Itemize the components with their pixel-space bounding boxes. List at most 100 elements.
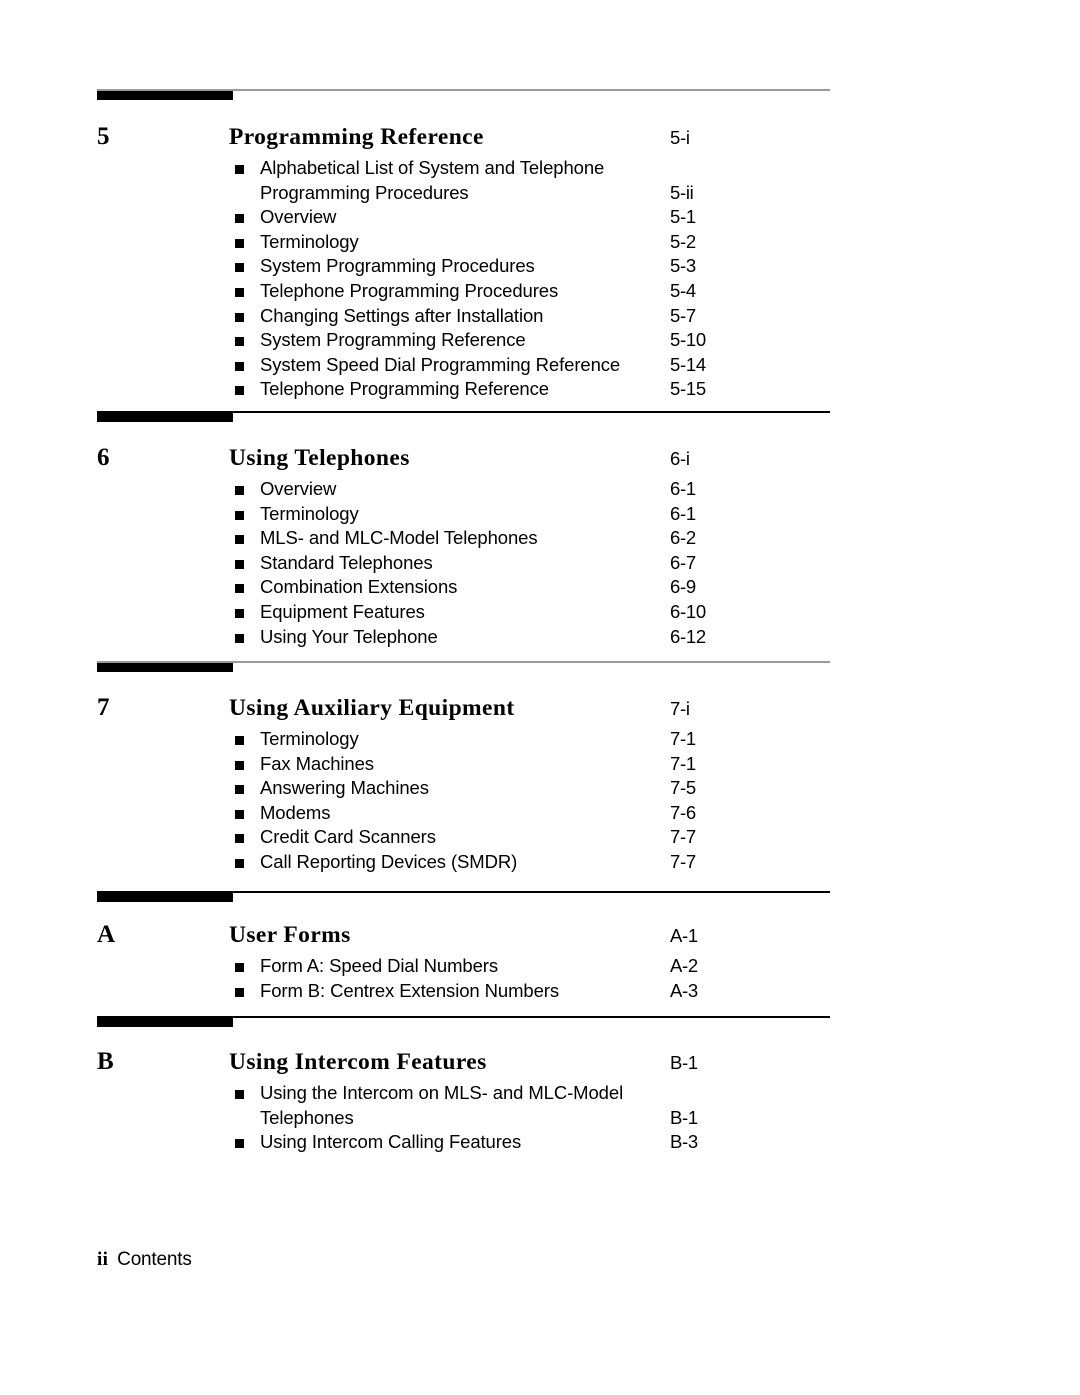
square-bullet-icon	[235, 361, 244, 371]
square-bullet-icon	[235, 214, 244, 224]
toc-entry[interactable]: Using Your Telephone 6-12	[0, 625, 1080, 650]
toc-entry-label[interactable]: System Programming Reference	[260, 328, 660, 353]
toc-entry-label[interactable]: Answering Machines	[260, 776, 660, 801]
chapter-heading-row[interactable]: 5 Programming Reference 5-i	[0, 122, 1080, 156]
chapter-title[interactable]: Using Telephones	[229, 443, 410, 473]
toc-entry-label[interactable]: System Programming Procedures	[260, 254, 660, 279]
toc-entry[interactable]: Form A: Speed Dial Numbers A-2	[0, 954, 1080, 979]
square-bullet-icon	[235, 760, 244, 770]
toc-entry-page: 5-1	[670, 206, 696, 228]
toc-entry[interactable]: MLS- and MLC-Model Telephones 6-2	[0, 526, 1080, 551]
toc-entry[interactable]: Modems 7-6	[0, 801, 1080, 826]
toc-section-6: 6 Using Telephones 6-i Overview 6-1 Term…	[0, 443, 1080, 649]
toc-entry-label[interactable]: Using Intercom Calling Features	[260, 1130, 660, 1155]
toc-entry[interactable]: Alphabetical List of System and Telephon…	[0, 156, 1080, 205]
chapter-number: 7	[97, 694, 110, 721]
toc-entry-label[interactable]: System Speed Dial Programming Reference	[260, 353, 660, 378]
chapter-title[interactable]: Programming Reference	[229, 122, 484, 152]
section-rule-7	[0, 661, 1080, 677]
toc-entry[interactable]: Answering Machines 7-5	[0, 776, 1080, 801]
toc-entry-label[interactable]: Terminology	[260, 230, 660, 255]
toc-entry[interactable]: Fax Machines 7-1	[0, 752, 1080, 777]
toc-entry-label[interactable]: Changing Settings after Installation	[260, 304, 660, 329]
chapter-heading-row[interactable]: B Using Intercom Features B-1	[0, 1047, 1080, 1081]
toc-entry[interactable]: Overview 5-1	[0, 205, 1080, 230]
square-bullet-icon	[235, 633, 244, 643]
toc-entry[interactable]: Using the Intercom on MLS- and MLC-Model…	[0, 1081, 1080, 1130]
section-rule-5	[0, 89, 1080, 105]
toc-entry-page: 6-10	[670, 600, 706, 622]
rule-tab-block	[97, 663, 233, 672]
chapter-heading-row[interactable]: A User Forms A-1	[0, 920, 1080, 954]
toc-entry[interactable]: Telephone Programming Reference 5-15	[0, 377, 1080, 402]
section-rule-b	[0, 1016, 1080, 1032]
toc-entry[interactable]: Credit Card Scanners 7-7	[0, 825, 1080, 850]
toc-entry-page: 6-7	[670, 551, 696, 573]
chapter-number: 6	[97, 444, 110, 471]
toc-entry[interactable]: Equipment Features 6-10	[0, 600, 1080, 625]
square-bullet-icon	[235, 510, 244, 520]
toc-entry[interactable]: Telephone Programming Procedures 5-4	[0, 279, 1080, 304]
toc-entry-label[interactable]: Terminology	[260, 727, 660, 752]
toc-entry-page: 7-1	[670, 752, 696, 774]
toc-entry-label[interactable]: Modems	[260, 801, 660, 826]
toc-entry-label[interactable]: Fax Machines	[260, 752, 660, 777]
toc-entry-label[interactable]: Credit Card Scanners	[260, 825, 660, 850]
toc-entry-label[interactable]: Telephone Programming Reference	[260, 377, 660, 402]
square-bullet-icon	[235, 608, 244, 618]
toc-entry-label[interactable]: Call Reporting Devices (SMDR)	[260, 850, 660, 875]
toc-entry-label[interactable]: Telephone Programming Procedures	[260, 279, 660, 304]
toc-entry-label[interactable]: Alphabetical List of System and Telephon…	[260, 156, 660, 181]
toc-entry-label[interactable]: Form B: Centrex Extension Numbers	[260, 979, 660, 1004]
toc-entry[interactable]: Terminology 6-1	[0, 502, 1080, 527]
toc-entry[interactable]: Changing Settings after Installation 5-7	[0, 304, 1080, 329]
toc-entry-label-cont[interactable]: Telephones	[260, 1106, 354, 1131]
chapter-title[interactable]: Using Intercom Features	[229, 1047, 487, 1077]
square-bullet-icon	[235, 559, 244, 569]
chapter-number: 5	[97, 123, 110, 150]
page-footer: ii Contents	[97, 1249, 192, 1271]
chapter-heading-row[interactable]: 7 Using Auxiliary Equipment 7-i	[0, 693, 1080, 727]
chapter-page-number: 5-i	[670, 127, 690, 148]
toc-section-b: B Using Intercom Features B-1 Using the …	[0, 1047, 1080, 1155]
chapter-heading-row[interactable]: 6 Using Telephones 6-i	[0, 443, 1080, 477]
toc-entry-page: 5-10	[670, 329, 706, 351]
toc-entry[interactable]: Form B: Centrex Extension Numbers A-3	[0, 979, 1080, 1004]
square-bullet-icon	[235, 486, 244, 495]
toc-entry-label[interactable]: MLS- and MLC-Model Telephones	[260, 526, 660, 551]
toc-entry-label[interactable]: Overview	[260, 205, 660, 230]
toc-entry-label[interactable]: Using Your Telephone	[260, 625, 660, 650]
square-bullet-icon	[235, 535, 244, 545]
chapter-page-number: 7-i	[670, 698, 690, 719]
toc-entry-page: 7-7	[670, 850, 696, 872]
toc-entry-page: 5-3	[670, 255, 696, 277]
square-bullet-icon	[235, 165, 244, 174]
toc-entry[interactable]: Terminology 7-1	[0, 727, 1080, 752]
toc-entry[interactable]: System Speed Dial Programming Reference …	[0, 353, 1080, 378]
toc-entry-label-cont[interactable]: Programming Procedures	[260, 181, 469, 206]
chapter-title[interactable]: Using Auxiliary Equipment	[229, 693, 515, 723]
toc-entry-label[interactable]: Using the Intercom on MLS- and MLC-Model	[260, 1081, 660, 1106]
rule-tab-block	[97, 893, 233, 902]
square-bullet-icon	[235, 1139, 244, 1149]
toc-entry-label[interactable]: Combination Extensions	[260, 575, 660, 600]
toc-entry-label[interactable]: Overview	[260, 477, 660, 502]
toc-entry[interactable]: Call Reporting Devices (SMDR) 7-7	[0, 850, 1080, 875]
square-bullet-icon	[235, 312, 244, 322]
toc-entry-page: 5-14	[670, 353, 706, 375]
toc-entry[interactable]: Terminology 5-2	[0, 230, 1080, 255]
toc-entry-page: 7-1	[670, 728, 696, 749]
toc-entry[interactable]: Overview 6-1	[0, 477, 1080, 502]
toc-entry-label[interactable]: Terminology	[260, 502, 660, 527]
chapter-title[interactable]: User Forms	[229, 920, 351, 950]
toc-section-7: 7 Using Auxiliary Equipment 7-i Terminol…	[0, 693, 1080, 875]
toc-entry[interactable]: System Programming Reference 5-10	[0, 328, 1080, 353]
square-bullet-icon	[235, 386, 244, 396]
toc-entry[interactable]: Combination Extensions 6-9	[0, 575, 1080, 600]
toc-entry[interactable]: Using Intercom Calling Features B-3	[0, 1130, 1080, 1155]
toc-entry[interactable]: Standard Telephones 6-7	[0, 551, 1080, 576]
toc-entry-label[interactable]: Form A: Speed Dial Numbers	[260, 954, 660, 979]
toc-entry[interactable]: System Programming Procedures 5-3	[0, 254, 1080, 279]
toc-entry-label[interactable]: Standard Telephones	[260, 551, 660, 576]
toc-entry-label[interactable]: Equipment Features	[260, 600, 660, 625]
